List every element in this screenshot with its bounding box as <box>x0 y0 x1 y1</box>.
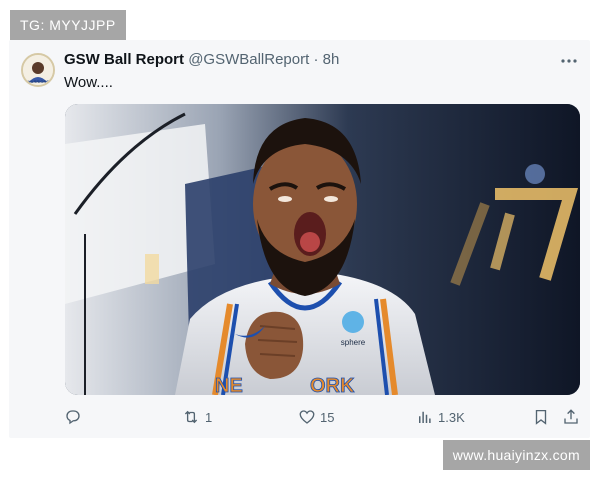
like-button[interactable]: 15 <box>298 405 334 429</box>
like-count: 15 <box>320 409 335 425</box>
separator-dot: · <box>313 51 319 68</box>
retweet-button[interactable]: 1 <box>181 405 212 429</box>
bookmark-icon <box>535 409 547 425</box>
share-icon <box>564 409 578 424</box>
tweet-card[interactable]: WARRIORS GSW Ball Report @GSWBallReport … <box>9 40 590 438</box>
tweet-media[interactable]: sphere NE ORK <box>65 104 580 395</box>
tweet-text: Wow.... <box>64 74 113 91</box>
views-count: 1.3K <box>438 409 465 425</box>
tweet-time[interactable]: 8h <box>323 51 340 68</box>
retweet-icon <box>184 410 198 424</box>
share-button[interactable] <box>562 405 580 429</box>
more-options-icon[interactable] <box>560 52 578 70</box>
tweet-actions: 1 15 1.3K <box>64 405 582 429</box>
reply-button[interactable] <box>64 405 86 429</box>
reply-icon <box>66 410 80 425</box>
page: TG: MYYJJPP WARRIORS GSW Ball Report @GS… <box>0 0 600 480</box>
tg-label: TG: MYYJJPP <box>10 10 126 40</box>
heart-icon <box>299 410 315 424</box>
avatar[interactable]: WARRIORS <box>21 53 55 87</box>
jersey-lettering-left: NE <box>215 375 243 395</box>
user-handle[interactable]: @GSWBallReport <box>188 51 309 68</box>
bookmark-button[interactable] <box>532 405 550 429</box>
watermark: www.huaiyinzx.com <box>442 440 590 470</box>
jersey-sponsor-text: sphere <box>341 338 366 347</box>
avatar-image-icon: WARRIORS <box>23 55 53 85</box>
display-name[interactable]: GSW Ball Report <box>64 51 184 68</box>
views-icon <box>419 411 431 423</box>
svg-text:WARRIORS: WARRIORS <box>27 79 49 84</box>
views-button[interactable]: 1.3K <box>416 405 465 429</box>
jersey-lettering-right: ORK <box>310 375 355 395</box>
tweet-header: GSW Ball Report @GSWBallReport · 8h <box>64 51 339 69</box>
basketball-player-photo-icon: sphere NE ORK <box>65 104 580 395</box>
retweet-count: 1 <box>205 409 213 425</box>
